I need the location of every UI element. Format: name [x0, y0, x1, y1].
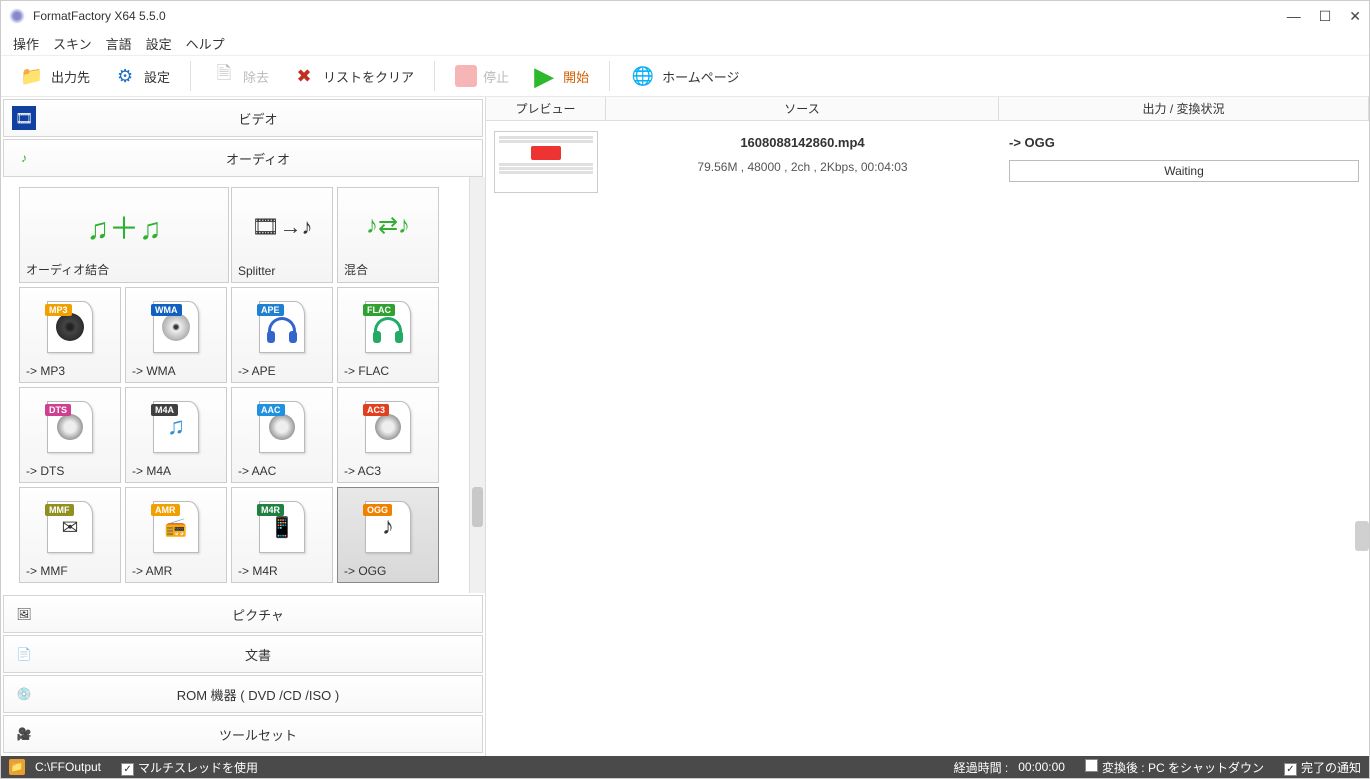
category-document[interactable]: 📄 文書	[3, 635, 483, 673]
menu-help[interactable]: ヘルプ	[186, 34, 225, 53]
sidebar-scrollbar[interactable]	[469, 177, 485, 593]
notify-checkbox[interactable]: ✓	[1284, 763, 1297, 776]
splitter-button[interactable]: 🎞→♪ Splitter	[231, 187, 333, 283]
category-video[interactable]: 🎞 ビデオ	[3, 99, 483, 137]
category-audio[interactable]: ♪ オーディオ	[3, 139, 483, 177]
remove-button[interactable]: 🗎 除去	[203, 59, 277, 93]
format-flac[interactable]: FLAC-> FLAC	[337, 287, 439, 383]
app-icon	[9, 8, 25, 24]
multithread-checkbox[interactable]: ✓	[121, 763, 134, 776]
folder-icon: 📁	[19, 63, 45, 89]
stop-button[interactable]: 停止	[447, 61, 517, 91]
format-aac[interactable]: AAC-> AAC	[231, 387, 333, 483]
folder-icon[interactable]: 📁	[9, 759, 25, 775]
format-ogg[interactable]: OGG♪-> OGG	[337, 487, 439, 583]
format-ape[interactable]: APE-> APE	[231, 287, 333, 383]
video-icon: 🎞	[12, 106, 36, 130]
source-meta: 79.56M , 48000 , 2ch , 2Kbps, 00:04:03	[697, 160, 907, 174]
separator	[609, 61, 610, 91]
remove-icon: 🗎	[211, 63, 237, 89]
elapsed-label: 経過時間 :	[954, 759, 1009, 776]
menu-settings[interactable]: 設定	[146, 34, 172, 53]
maximize-button[interactable]: ☐	[1319, 8, 1332, 25]
menu-bar: 操作 スキン 言語 設定 ヘルプ	[1, 31, 1369, 55]
source-filename: 1608088142860.mp4	[740, 135, 864, 150]
stop-icon	[455, 65, 477, 87]
window-title: FormatFactory X64 5.5.0	[33, 9, 1287, 23]
clear-icon: ✖	[291, 63, 317, 89]
shutdown-checkbox[interactable]	[1085, 759, 1098, 772]
col-status[interactable]: 出力 / 変換状況	[999, 97, 1369, 120]
homepage-button[interactable]: 🌐 ホームページ	[622, 59, 747, 93]
list-item[interactable]: 1608088142860.mp4 79.56M , 48000 , 2ch ,…	[486, 121, 1369, 197]
menu-skin[interactable]: スキン	[53, 34, 92, 53]
list-header: プレビュー ソース 出力 / 変換状況	[486, 97, 1369, 121]
settings-button[interactable]: ⚙ 設定	[104, 59, 178, 93]
preview-thumbnail	[486, 131, 606, 193]
disc-icon: 💿	[12, 682, 36, 706]
output-path[interactable]: C:\FFOutput	[35, 760, 101, 774]
category-toolset[interactable]: 🎥 ツールセット	[3, 715, 483, 753]
menu-language[interactable]: 言語	[106, 34, 132, 53]
format-mp3[interactable]: MP3-> MP3	[19, 287, 121, 383]
elapsed-value: 00:00:00	[1018, 760, 1065, 774]
minimize-button[interactable]: —	[1287, 8, 1301, 25]
col-source[interactable]: ソース	[606, 97, 999, 120]
gear-icon: ⚙	[112, 63, 138, 89]
audio-icon: ♪	[12, 146, 36, 170]
audio-join-button[interactable]: ♫＋♫ オーディオ結合	[19, 187, 229, 283]
close-button[interactable]: ✕	[1349, 8, 1361, 25]
mix-button[interactable]: ♪⇄♪ 混合	[337, 187, 439, 283]
conversion-list: プレビュー ソース 出力 / 変換状況 1608088142860.mp4 79…	[486, 97, 1369, 756]
format-wma[interactable]: WMA-> WMA	[125, 287, 227, 383]
format-m4r[interactable]: M4R📱-> M4R	[231, 487, 333, 583]
start-button[interactable]: ▶ 開始	[523, 59, 597, 93]
globe-icon: 🌐	[630, 63, 656, 89]
status-bar: 📁 C:\FFOutput ✓マルチスレッドを使用 経過時間 : 00:00:0…	[1, 756, 1369, 778]
toolbar: 📁 出力先 ⚙ 設定 🗎 除去 ✖ リストをクリア 停止 ▶ 開始 🌐 ホームペ…	[1, 55, 1369, 97]
play-icon: ▶	[531, 63, 557, 89]
toolset-icon: 🎥	[12, 722, 36, 746]
document-icon: 📄	[12, 642, 36, 666]
menu-operate[interactable]: 操作	[13, 34, 39, 53]
format-amr[interactable]: AMR📻-> AMR	[125, 487, 227, 583]
separator	[190, 61, 191, 91]
category-rom[interactable]: 💿 ROM 機器 ( DVD /CD /ISO )	[3, 675, 483, 713]
format-mmf[interactable]: MMF✉-> MMF	[19, 487, 121, 583]
conversion-state: Waiting	[1009, 160, 1359, 182]
list-scrollbar[interactable]	[1355, 521, 1369, 551]
audio-format-grid: ♫＋♫ オーディオ結合 🎞→♪ Splitter ♪⇄♪ 混合 MP3-> MP…	[1, 177, 469, 593]
format-m4a[interactable]: M4A♫-> M4A	[125, 387, 227, 483]
output-target: -> OGG	[1009, 135, 1055, 150]
output-folder-button[interactable]: 📁 出力先	[11, 59, 98, 93]
category-sidebar: 🎞 ビデオ ♪ オーディオ ♫＋♫ オーディオ結合 🎞→♪ Splitter ♪…	[1, 97, 486, 756]
format-dts[interactable]: DTS-> DTS	[19, 387, 121, 483]
col-preview[interactable]: プレビュー	[486, 97, 606, 120]
clear-list-button[interactable]: ✖ リストをクリア	[283, 59, 422, 93]
title-bar: FormatFactory X64 5.5.0 — ☐ ✕	[1, 1, 1369, 31]
separator	[434, 61, 435, 91]
picture-icon: 🖼	[12, 602, 36, 626]
category-picture[interactable]: 🖼 ピクチャ	[3, 595, 483, 633]
format-ac3[interactable]: AC3-> AC3	[337, 387, 439, 483]
